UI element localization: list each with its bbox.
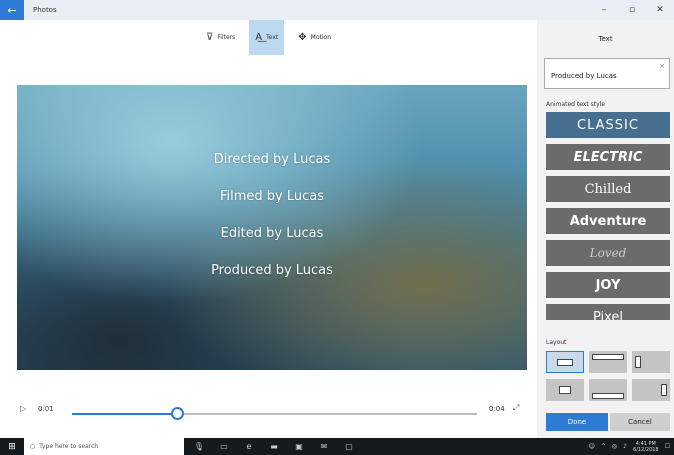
text-input[interactable]: Produced by Lucas × (544, 58, 670, 89)
motion-label: Motion (310, 34, 332, 41)
seek-bar[interactable] (72, 407, 477, 420)
layout-center[interactable] (546, 351, 584, 373)
maximize-icon[interactable]: ▫ (618, 0, 646, 20)
end-time: 0:04 (489, 405, 505, 413)
minimize-icon[interactable]: – (590, 0, 618, 20)
play-icon[interactable]: ▷ (20, 404, 26, 413)
seek-progress (72, 413, 178, 415)
layout-center-small[interactable] (546, 379, 584, 401)
system-tray: ☺ ^ ◎ ♪ 4:41 PM 6/12/2018 ☐ (589, 438, 670, 455)
network-icon[interactable]: ◎ (612, 443, 617, 450)
credit-line: Edited by Lucas (220, 226, 324, 241)
layout-left-icon (635, 356, 641, 368)
current-time: 0:01 (38, 405, 54, 413)
edit-toolbar: ⊽ Filters A͟ Text ✥ Motion (0, 20, 537, 55)
style-label: Animated text style (546, 101, 605, 108)
volume-icon[interactable]: ♪ (623, 443, 627, 450)
clock[interactable]: 4:41 PM 6/12/2018 (633, 441, 659, 453)
window-controls: – ▫ ✕ (590, 0, 674, 20)
style-adventure[interactable]: Adventure (546, 208, 670, 234)
layout-center-icon (557, 359, 573, 366)
cancel-button[interactable]: Cancel (610, 413, 670, 431)
photos-icon[interactable]: ▢ (342, 442, 356, 451)
clear-icon[interactable]: × (659, 62, 665, 70)
layout-left-side[interactable] (632, 351, 670, 373)
close-icon[interactable]: ✕ (646, 0, 674, 20)
done-button[interactable]: Done (546, 413, 608, 431)
search-placeholder: Type here to search (39, 443, 99, 450)
style-loved[interactable]: Loved (546, 240, 670, 266)
text-label: Text (266, 34, 279, 41)
style-classic[interactable]: CLASSIC (546, 112, 670, 138)
layout-right-side[interactable] (632, 379, 670, 401)
title-bar: ← Photos – ▫ ✕ (0, 0, 674, 20)
seek-thumb[interactable] (171, 407, 185, 420)
search-circle-icon: ○ (30, 443, 36, 450)
layout-center-small-icon (559, 386, 571, 394)
chevron-up-icon[interactable]: ^ (601, 443, 606, 450)
text-panel: Text Produced by Lucas × Animated text s… (537, 20, 674, 438)
people-icon[interactable]: ☺ (589, 443, 595, 450)
back-button[interactable]: ← (0, 0, 24, 20)
layout-grid (546, 351, 670, 407)
motion-button[interactable]: ✥ Motion (292, 20, 337, 55)
back-arrow-icon: ← (7, 3, 17, 17)
filters-icon: ⊽ (205, 32, 214, 43)
credit-line: Directed by Lucas (213, 152, 331, 167)
layout-right-icon (661, 384, 667, 396)
mail-icon[interactable]: ✉ (317, 442, 331, 451)
credits-overlay: Directed by Lucas Filmed by Lucas Edited… (17, 150, 527, 298)
text-button[interactable]: A͟ Text (249, 20, 285, 55)
style-joy[interactable]: JOY (546, 272, 670, 298)
credit-line: Filmed by Lucas (219, 189, 325, 204)
layout-bottom-icon (592, 393, 624, 399)
clock-date: 6/12/2018 (632, 446, 659, 453)
app-title: Photos (33, 6, 57, 14)
layout-top-bar[interactable] (589, 351, 627, 373)
playback-bar: ▷ 0:01 0:04 ⤢ (17, 395, 527, 425)
style-chilled[interactable]: Chilled (546, 176, 670, 202)
style-electric[interactable]: ELECTRIC (546, 144, 670, 170)
edge-icon[interactable]: e (242, 442, 256, 451)
notification-icon[interactable]: ☐ (665, 443, 670, 450)
filters-label: Filters (217, 34, 236, 41)
style-list: CLASSIC ELECTRIC Chilled Adventure Loved… (546, 112, 670, 320)
taskbar-apps: 🎙 ▭ e ▬ ▣ ✉ ▢ (192, 442, 356, 451)
credit-line: Produced by Lucas (211, 263, 333, 278)
text-icon: A͟ (255, 32, 263, 43)
text-input-value: Produced by Lucas (551, 72, 617, 80)
layout-top-icon (592, 354, 624, 360)
windows-start-icon[interactable]: ⊞ (0, 438, 24, 455)
file-explorer-icon[interactable]: ▬ (267, 442, 281, 451)
taskbar-search[interactable]: ○ Type here to search (24, 438, 184, 455)
task-view-icon[interactable]: ▭ (217, 442, 231, 451)
filters-button[interactable]: ⊽ Filters (200, 20, 241, 55)
store-icon[interactable]: ▣ (292, 442, 306, 451)
layout-bottom-bar[interactable] (589, 379, 627, 401)
layout-label: Layout (546, 339, 567, 346)
taskbar: ⊞ ○ Type here to search 🎙 ▭ e ▬ ▣ ✉ ▢ ☺ … (0, 438, 674, 455)
panel-title: Text (598, 35, 613, 43)
motion-icon: ✥ (298, 32, 307, 43)
video-preview: Directed by Lucas Filmed by Lucas Edited… (17, 85, 527, 370)
expand-icon[interactable]: ⤢ (513, 403, 519, 413)
style-pixel[interactable]: Pixel (546, 304, 670, 320)
microphone-icon[interactable]: 🎙 (192, 442, 206, 451)
